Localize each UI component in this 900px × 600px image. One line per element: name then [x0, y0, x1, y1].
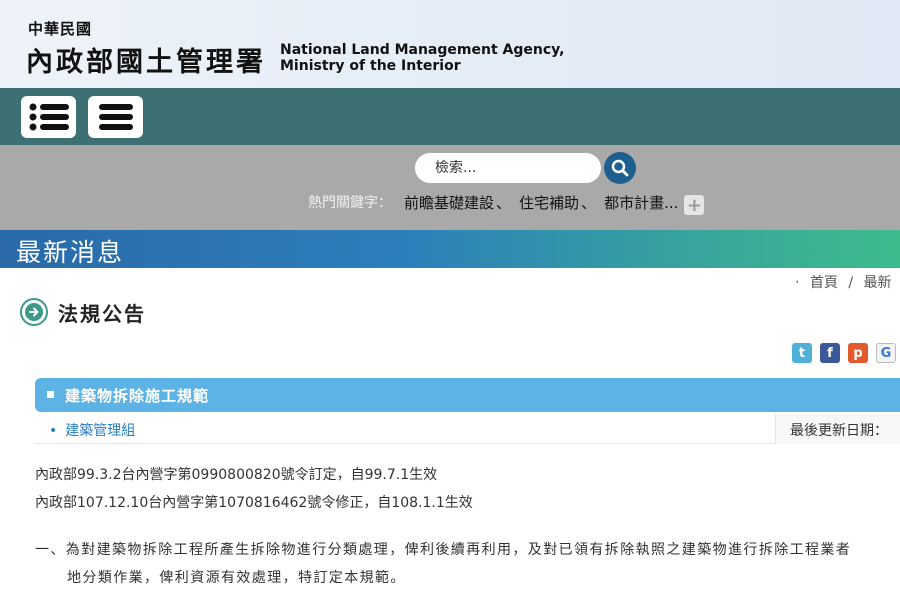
logo-english-line1: National Land Management Agency, — [280, 42, 565, 58]
logo-country[interactable]: 中華民國 — [28, 18, 92, 39]
breadcrumb: ‧ 首頁 / 最新 — [795, 272, 898, 292]
hamburger-menu-button[interactable] — [88, 96, 143, 138]
regulation-history-line2: 內政部107.12.10台內營字第1070816462號令修正，自108.1.1… — [35, 495, 473, 511]
article-title-bar: 建築物拆除施工規範 — [35, 378, 900, 412]
logo-english-name[interactable]: National Land Management Agency, Ministr… — [280, 42, 565, 74]
list-icon — [29, 103, 69, 131]
list-menu-button[interactable] — [21, 96, 76, 138]
nav-bar — [0, 88, 900, 145]
keyword-separator: 、 — [496, 193, 512, 212]
paragraph-line1: 一、為對建築物拆除工程所產生拆除物進行分類處理，俾利後續再利用，及對已領有拆除執… — [35, 542, 852, 558]
article-info-row: • 建築管理組 最後更新日期： — [35, 414, 900, 444]
regulation-history-line1: 內政部99.3.2台內營字第0990800820號令訂定，自99.7.1生效 — [35, 467, 438, 483]
breadcrumb-news[interactable]: 最新 — [864, 275, 892, 291]
update-date-box: 最後更新日期： — [775, 414, 900, 444]
google-share-icon[interactable]: G — [876, 343, 896, 363]
org-bullet: • — [49, 423, 58, 439]
hot-keyword-urban-planning[interactable]: 都市計畫... — [604, 192, 678, 213]
arrow-circle-icon — [20, 298, 48, 326]
banner-title: 最新消息 — [16, 238, 125, 267]
search-button[interactable] — [604, 152, 636, 184]
article-paragraph: 一、為對建築物拆除工程所產生拆除物進行分類處理，俾利後續再利用，及對已領有拆除執… — [35, 536, 900, 592]
hot-keyword-housing-subsidy[interactable]: 住宅補助 — [519, 192, 579, 213]
update-date-label: 最後更新日期： — [790, 423, 888, 439]
news-banner: 最新消息 — [0, 230, 900, 268]
search-area: 熱門關鍵字： 前瞻基礎建設 、 住宅補助 、 都市計畫... + — [0, 145, 900, 230]
plurk-share-icon[interactable]: p — [848, 343, 868, 363]
breadcrumb-home[interactable]: 首頁 — [810, 275, 838, 291]
search-input[interactable] — [415, 153, 601, 183]
arrow-circle-inner — [25, 303, 43, 321]
twitter-share-icon[interactable]: t — [792, 343, 812, 363]
hamburger-icon — [98, 104, 133, 130]
search-icon — [611, 159, 629, 177]
breadcrumb-bullet: ‧ — [795, 275, 800, 291]
hot-keywords: 熱門關鍵字： 前瞻基礎建設 、 住宅補助 、 都市計畫... + — [308, 191, 705, 216]
org-link[interactable]: • 建築管理組 — [49, 420, 135, 440]
hot-keyword-infrastructure[interactable]: 前瞻基礎建設 — [404, 192, 494, 213]
paragraph-line2: 地分類作業，俾利資源有效處理，特訂定本規範。 — [67, 570, 406, 586]
breadcrumb-separator: / — [848, 275, 854, 291]
keyword-separator: 、 — [581, 193, 597, 212]
org-name: 建築管理組 — [65, 423, 136, 439]
logo-english-line2: Ministry of the Interior — [280, 58, 461, 74]
section-title: 法規公告 — [58, 302, 146, 326]
logo-agency-name[interactable]: 內政部國土管理署 — [26, 40, 266, 79]
site-header: 中華民國 內政部國土管理署 National Land Management A… — [0, 0, 900, 88]
facebook-share-icon[interactable]: f — [820, 343, 840, 363]
more-keywords-button[interactable]: + — [684, 195, 705, 216]
article-title: 建築物拆除施工規範 — [65, 387, 210, 405]
square-bullet-icon — [47, 391, 54, 398]
hot-keywords-label: 熱門關鍵字： — [308, 195, 392, 211]
arrow-right-icon — [29, 307, 39, 317]
